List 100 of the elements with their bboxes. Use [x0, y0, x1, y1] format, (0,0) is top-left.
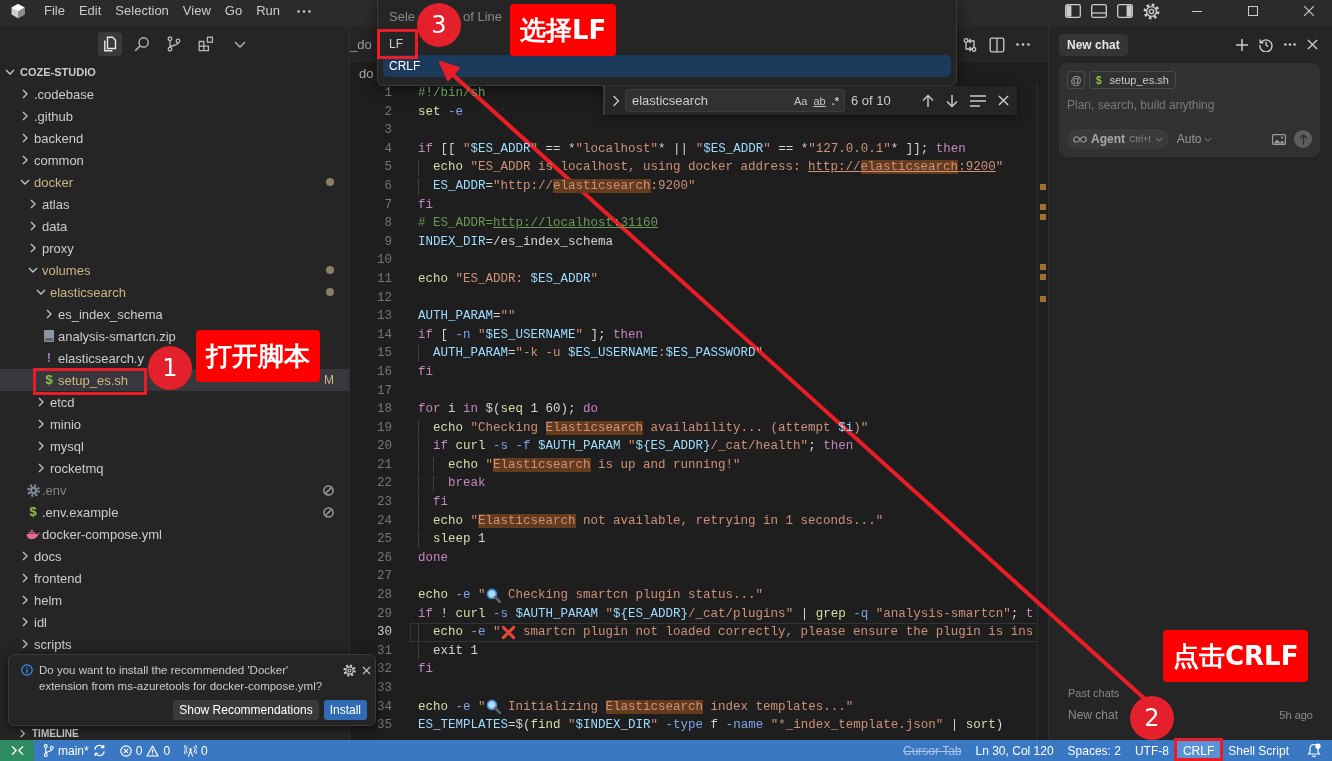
code-text: done	[418, 549, 448, 567]
maximize-icon[interactable]	[1248, 6, 1258, 16]
find-input[interactable]: elasticsearch Aa ab .*	[625, 89, 845, 112]
status-item[interactable]: UTF-8	[1127, 740, 1176, 761]
line-number: 14	[377, 326, 392, 344]
find-option-toggle[interactable]: Aa	[793, 94, 808, 107]
code-text: exit 1	[433, 642, 479, 660]
menu-item[interactable]: File	[37, 0, 72, 22]
panel-toggle-icon[interactable]	[1091, 4, 1107, 18]
menu-item[interactable]: View	[175, 0, 218, 22]
settings-icon[interactable]	[1143, 2, 1160, 20]
tree-item[interactable]: $ setup_es.sh	[42, 372, 129, 388]
close-icon[interactable]	[1307, 39, 1318, 50]
tree-item[interactable]: volumes	[26, 262, 91, 278]
sidebar-toggle-icon[interactable]	[1065, 4, 1081, 18]
find-option-toggle[interactable]: ab	[813, 94, 826, 107]
tree-item[interactable]: elasticsearch	[34, 284, 126, 300]
tree-item[interactable]: analysis-smartcn.zip	[42, 328, 176, 344]
tree-item[interactable]: minio	[34, 416, 82, 432]
callout-tooltip: 选择LF	[510, 4, 617, 56]
menu-item[interactable]: Edit	[71, 0, 109, 22]
tree-item[interactable]: docker-compose.yml	[26, 526, 162, 542]
code-text: Initializing Elasticsearch index templates..."	[507, 698, 854, 716]
remote-button[interactable]	[0, 740, 34, 761]
line-number: 33	[377, 680, 392, 697]
branch-button[interactable]: main*	[36, 740, 113, 761]
status-item[interactable]: Spaces: 2	[1060, 740, 1128, 761]
image-icon[interactable]	[1272, 133, 1286, 145]
tree-item[interactable]: rocketmq	[34, 460, 104, 476]
notification-button[interactable]: Install	[323, 700, 367, 720]
timeline-header[interactable]: TIMELINE	[0, 726, 349, 740]
close-icon[interactable]	[1304, 6, 1314, 16]
ports-button[interactable]: 0	[177, 740, 215, 761]
status-item[interactable]: Shell Script	[1221, 740, 1296, 761]
tree-item[interactable]: common	[18, 152, 84, 168]
menu-item[interactable]: Go	[217, 0, 250, 22]
find-in-selection-icon[interactable]	[970, 94, 986, 107]
status-item[interactable]: Ln 30, Col 120	[968, 740, 1061, 761]
problems-button[interactable]: 0 0	[112, 740, 178, 761]
line-number: 31	[377, 642, 392, 660]
more-icon[interactable]	[297, 9, 311, 13]
history-icon[interactable]	[1259, 37, 1273, 52]
chat-history-title[interactable]: New chat	[1068, 708, 1119, 722]
arrow-down-icon[interactable]	[946, 93, 958, 108]
arrow-up-icon[interactable]	[922, 93, 934, 108]
explorer-root-header[interactable]: COZE-STUDIO	[0, 61, 349, 83]
tree-item[interactable]: ! elasticsearch.y	[42, 350, 144, 366]
menu-item[interactable]: Run	[249, 0, 287, 22]
more-icon[interactable]	[1016, 43, 1030, 46]
chat-tab[interactable]: New chat	[1059, 33, 1128, 56]
chevron-right-icon[interactable]	[612, 94, 620, 107]
tree-item[interactable]: data	[26, 218, 68, 234]
tree-item[interactable]: $ .env.example	[26, 504, 119, 520]
tree-item[interactable]: idl	[18, 614, 47, 630]
chat-input[interactable]: Plan, search, build anything	[1067, 97, 1312, 113]
modified-dot-icon	[326, 266, 334, 274]
match-marker-icon	[1040, 184, 1046, 190]
chevron-down-icon	[1204, 136, 1213, 142]
plus-icon[interactable]	[1236, 38, 1248, 51]
split-editor-icon[interactable]	[989, 36, 1005, 53]
quick-pick-item[interactable]: CRLF	[383, 55, 951, 77]
mode-dropdown[interactable]: Agent Ctrl+I	[1067, 129, 1169, 149]
secondary-sidebar-toggle-icon[interactable]	[1117, 4, 1133, 18]
gear-icon[interactable]	[343, 664, 356, 677]
chevron-down-icon[interactable]	[233, 40, 246, 48]
compare-changes-icon[interactable]	[962, 36, 978, 53]
minimize-icon[interactable]	[1192, 10, 1202, 12]
tree-item[interactable]: frontend	[18, 570, 82, 586]
bell-icon[interactable]	[1307, 743, 1321, 758]
tree-item[interactable]: scripts	[18, 636, 72, 652]
cube-logo-icon	[10, 3, 26, 19]
more-icon[interactable]	[1284, 43, 1296, 46]
breadcrumb-item[interactable]: do	[359, 65, 374, 81]
notification-button[interactable]: Show Recommendations	[173, 700, 319, 720]
close-icon[interactable]	[998, 95, 1009, 106]
tree-item[interactable]: backend	[18, 130, 84, 146]
tree-item[interactable]: .env	[26, 482, 67, 498]
mention-button[interactable]: @	[1067, 71, 1085, 89]
line-number: 25	[377, 531, 392, 549]
tree-item[interactable]: docs	[18, 548, 62, 564]
tree-item[interactable]: .codebase	[18, 86, 94, 102]
tree-item[interactable]: es_index_schema	[42, 306, 163, 322]
line-number: 8	[384, 215, 392, 233]
menu-item[interactable]: Selection	[108, 0, 176, 22]
find-option-toggle[interactable]: .*	[831, 94, 839, 107]
tree-item[interactable]: proxy	[26, 240, 74, 256]
line-number: 7	[384, 196, 392, 214]
file-chip[interactable]: $ setup_es.sh	[1089, 71, 1176, 89]
model-dropdown[interactable]: Auto	[1176, 132, 1213, 146]
tree-item[interactable]: helm	[18, 592, 63, 608]
tree-item[interactable]: atlas	[26, 196, 70, 212]
tree-item[interactable]: etcd	[34, 394, 75, 410]
editor-tab[interactable]: _do	[350, 27, 376, 62]
activity-tab[interactable]	[97, 32, 122, 56]
line-number: 26	[377, 549, 392, 567]
close-icon[interactable]	[362, 666, 371, 675]
tree-item[interactable]: docker	[18, 174, 74, 190]
quick-pick-item[interactable]: LF	[383, 33, 409, 55]
tree-item[interactable]: mysql	[34, 438, 84, 454]
tree-item[interactable]: .github	[18, 108, 74, 124]
